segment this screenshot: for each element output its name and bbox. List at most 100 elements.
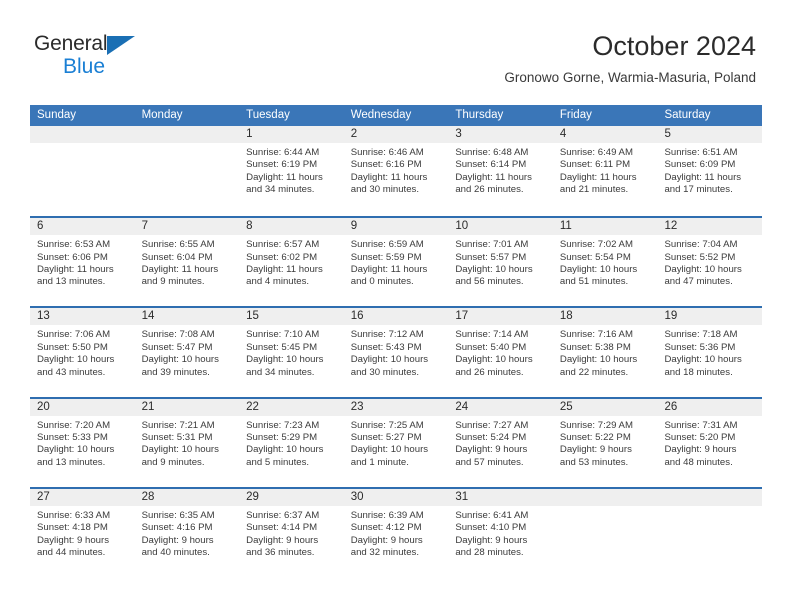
day-detail-line: Sunset: 4:18 PM — [37, 522, 108, 534]
calendar-week-row: 6 Sunrise: 6:53 AM Sunset: 6:06 PM Daylight… — [30, 216, 763, 307]
day-number: 28 — [134, 488, 240, 506]
day-detail-list — [553, 506, 658, 510]
day-detail-line: and 57 minutes. — [455, 456, 524, 468]
day-detail-line: Daylight: 9 hours — [664, 444, 737, 456]
calendar-day-cell-empty — [134, 126, 240, 217]
day-detail-line: Daylight: 10 hours — [455, 264, 533, 275]
calendar-day-cell[interactable]: 10 Sunrise: 7:01 AM Sunset: 5:57 PM Dayligh… — [448, 218, 553, 307]
day-detail-line: Daylight: 10 hours — [246, 354, 324, 366]
location-subtitle: Gronowo Gorne, Warmia-Masuria, Poland — [504, 70, 756, 85]
day-detail-list: Sunrise: 6:55 AM Sunset: 6:04 PM Daylight:… — [135, 235, 240, 289]
day-detail-line: Sunrise: 6:59 AM — [350, 239, 424, 251]
calendar-week-row: 27 Sunrise: 6:33 AM Sunset: 4:18 PM Dayligh… — [30, 486, 763, 577]
day-detail-line: Daylight: 11 hours — [350, 264, 428, 275]
day-detail-line: Daylight: 10 hours — [664, 354, 742, 366]
calendar-day-cell[interactable]: 23 Sunrise: 7:25 AM Sunset: 5:27 PM Dayligh… — [343, 398, 449, 487]
day-detail-line: Sunrise: 6:53 AM — [37, 239, 111, 251]
calendar-day-cell[interactable]: 9 Sunrise: 6:59 AM Sunset: 5:59 PM Daylight… — [343, 218, 449, 307]
day-detail-line: Daylight: 11 hours — [664, 171, 742, 183]
calendar-day-cell[interactable]: 28 Sunrise: 6:35 AM Sunset: 4:16 PM Dayligh… — [134, 488, 240, 577]
day-detail-list: Sunrise: 6:59 AM Sunset: 5:59 PM Daylight:… — [344, 235, 449, 289]
calendar-day-cell[interactable]: 14 Sunrise: 7:08 AM Sunset: 5:47 PM Dayligh… — [134, 308, 240, 397]
day-detail-list: Sunrise: 6:51 AM Sunset: 6:09 PM Daylight:… — [657, 143, 762, 197]
day-of-week-header-sunday: Sunday — [37, 109, 77, 121]
day-detail-list: Sunrise: 7:25 AM Sunset: 5:27 PM Daylight:… — [344, 416, 449, 470]
title-block: October 2024 Gronowo Gorne, Warmia-Masur… — [504, 30, 756, 88]
day-detail-line: Sunrise: 6:44 AM — [246, 147, 320, 158]
day-detail-line: and 13 minutes. — [37, 456, 106, 468]
calendar-day-cell[interactable]: 3 Sunrise: 6:48 AM Sunset: 6:14 PM Daylight… — [448, 126, 553, 217]
day-detail-line: and 9 minutes. — [141, 456, 205, 468]
day-detail-line: Sunset: 5:54 PM — [559, 251, 631, 263]
calendar-day-cell[interactable]: 12 Sunrise: 7:04 AM Sunset: 5:52 PM Dayligh… — [657, 218, 763, 307]
calendar-day-cell[interactable]: 16 Sunrise: 7:12 AM Sunset: 5:43 PM Dayligh… — [343, 308, 449, 397]
calendar-day-cell[interactable]: 24 Sunrise: 7:27 AM Sunset: 5:24 PM Dayligh… — [448, 398, 553, 487]
calendar-day-cell[interactable]: 5 Sunrise: 6:51 AM Sunset: 6:09 PM Daylight… — [657, 126, 763, 217]
day-detail-line: and 53 minutes. — [559, 456, 629, 468]
general-blue-logo[interactable]: General Blue — [34, 32, 214, 86]
calendar-day-cell[interactable]: 7 Sunrise: 6:55 AM Sunset: 6:04 PM Daylight… — [134, 218, 240, 307]
day-detail-line: Sunset: 5:29 PM — [246, 431, 318, 443]
day-number: 7 — [134, 218, 240, 236]
calendar-day-cell[interactable]: 6 Sunrise: 6:53 AM Sunset: 6:06 PM Daylight… — [30, 218, 135, 307]
day-detail-line: Daylight: 10 hours — [664, 264, 742, 275]
day-detail-line: Sunrise: 7:06 AM — [37, 329, 111, 341]
day-number: 16 — [343, 308, 449, 326]
day-detail-line: Sunrise: 7:02 AM — [559, 239, 633, 251]
day-detail-line: and 39 minutes. — [141, 366, 210, 378]
calendar-day-cell[interactable]: 19 Sunrise: 7:18 AM Sunset: 5:36 PM Dayligh… — [657, 308, 763, 397]
day-detail-list: Sunrise: 7:14 AM Sunset: 5:40 PM Daylight:… — [448, 325, 553, 379]
day-detail-line: Sunset: 5:52 PM — [664, 251, 736, 263]
day-number: 9 — [343, 218, 449, 236]
day-number: 20 — [30, 398, 135, 416]
calendar-day-cell[interactable]: 17 Sunrise: 7:14 AM Sunset: 5:40 PM Dayligh… — [448, 308, 553, 397]
calendar-day-cell[interactable]: 22 Sunrise: 7:23 AM Sunset: 5:29 PM Dayligh… — [239, 398, 344, 487]
calendar-week-row: 1 Sunrise: 6:44 AM Sunset: 6:19 PM Daylight… — [30, 126, 763, 217]
calendar-day-cell[interactable]: 30 Sunrise: 6:39 AM Sunset: 4:12 PM Dayligh… — [343, 488, 449, 577]
day-detail-list: Sunrise: 7:10 AM Sunset: 5:45 PM Daylight:… — [239, 325, 344, 379]
calendar-day-cell[interactable]: 1 Sunrise: 6:44 AM Sunset: 6:19 PM Daylight… — [239, 126, 344, 217]
day-of-week-header-monday: Monday — [141, 109, 183, 121]
day-detail-line: and 47 minutes. — [664, 276, 733, 288]
page-title: October 2024 — [592, 31, 756, 61]
calendar-day-cell[interactable]: 4 Sunrise: 6:49 AM Sunset: 6:11 PM Daylight… — [552, 126, 658, 217]
day-detail-list: Sunrise: 6:57 AM Sunset: 6:02 PM Daylight:… — [239, 235, 344, 289]
day-number — [657, 488, 763, 506]
day-detail-line: and 34 minutes. — [246, 366, 315, 378]
calendar-day-cell[interactable]: 13 Sunrise: 7:06 AM Sunset: 5:50 PM Dayligh… — [30, 308, 135, 397]
day-detail-list: Sunrise: 6:37 AM Sunset: 4:14 PM Daylight:… — [239, 506, 344, 560]
day-detail-list: Sunrise: 6:46 AM Sunset: 6:16 PM Daylight:… — [344, 143, 449, 197]
day-detail-line: Daylight: 9 hours — [246, 534, 319, 546]
day-detail-line: Daylight: 11 hours — [141, 264, 219, 275]
day-detail-line: and 40 minutes. — [141, 546, 210, 558]
day-detail-line: Sunrise: 7:04 AM — [664, 239, 738, 251]
calendar-day-cell[interactable]: 2 Sunrise: 6:46 AM Sunset: 6:16 PM Daylight… — [343, 126, 449, 217]
day-detail-line: Sunset: 4:10 PM — [455, 522, 527, 534]
calendar-day-cell[interactable]: 31 Sunrise: 6:41 AM Sunset: 4:10 PM Dayligh… — [448, 488, 553, 577]
calendar-day-cell[interactable]: 18 Sunrise: 7:16 AM Sunset: 5:38 PM Dayligh… — [552, 308, 658, 397]
calendar-day-cell[interactable]: 20 Sunrise: 7:20 AM Sunset: 5:33 PM Dayligh… — [30, 398, 135, 487]
calendar-day-cell[interactable]: 25 Sunrise: 7:29 AM Sunset: 5:22 PM Dayligh… — [552, 398, 658, 487]
day-number: 23 — [343, 398, 449, 416]
day-detail-list: Sunrise: 7:18 AM Sunset: 5:36 PM Daylight:… — [657, 325, 762, 379]
day-detail-line: Sunset: 5:31 PM — [141, 431, 213, 443]
calendar-day-cell[interactable]: 11 Sunrise: 7:02 AM Sunset: 5:54 PM Dayligh… — [552, 218, 658, 307]
calendar-day-cell[interactable]: 21 Sunrise: 7:21 AM Sunset: 5:31 PM Dayligh… — [134, 398, 240, 487]
day-of-week-header-saturday: Saturday — [664, 109, 711, 121]
calendar-day-cell[interactable]: 29 Sunrise: 6:37 AM Sunset: 4:14 PM Dayligh… — [239, 488, 344, 577]
day-of-week-header-tuesday: Tuesday — [246, 109, 290, 121]
page-header: General Blue October 2024 Gronowo Gorne,… — [0, 0, 792, 98]
day-number: 17 — [448, 308, 553, 326]
calendar-day-cell[interactable]: 26 Sunrise: 7:31 AM Sunset: 5:20 PM Dayligh… — [657, 398, 763, 487]
day-detail-line: and 28 minutes. — [455, 546, 524, 558]
day-detail-line: Sunrise: 6:55 AM — [141, 239, 215, 251]
day-detail-line: Sunset: 5:22 PM — [559, 431, 631, 443]
day-detail-line: and 30 minutes. — [350, 366, 420, 378]
calendar-day-cell[interactable]: 15 Sunrise: 7:10 AM Sunset: 5:45 PM Dayligh… — [239, 308, 344, 397]
calendar-day-cell[interactable]: 8 Sunrise: 6:57 AM Sunset: 6:02 PM Daylight… — [239, 218, 344, 307]
day-detail-line: Sunrise: 7:31 AM — [664, 419, 738, 431]
day-detail-line: and 30 minutes. — [350, 184, 420, 196]
day-number: 12 — [657, 218, 763, 236]
day-detail-line: and 17 minutes. — [664, 184, 733, 196]
calendar-day-cell[interactable]: 27 Sunrise: 6:33 AM Sunset: 4:18 PM Dayligh… — [30, 488, 135, 577]
